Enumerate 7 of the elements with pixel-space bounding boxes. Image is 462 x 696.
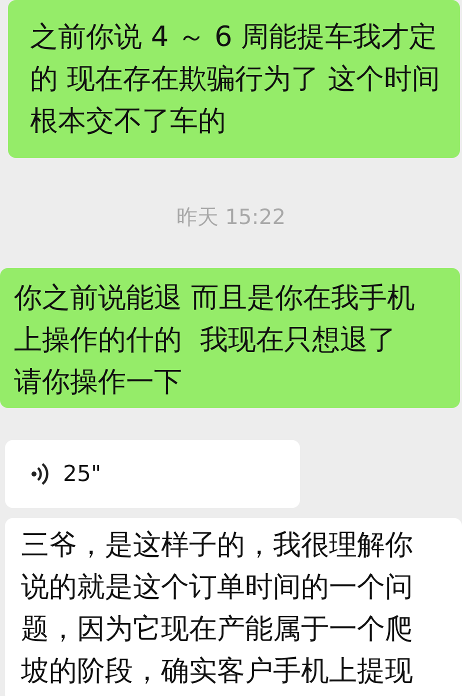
message-bubble: 之前你说 4 ～ 6 周能提车我才定的 现在存在欺骗行为了 这个时间根本交不了车的	[8, 0, 460, 158]
timestamp: 昨天 15:22	[176, 204, 286, 231]
message-bubble: 三爷，是这样子的，我很理解你说的就是这个订单时间的一个问题，因为它现在产能属于一个爬坡的阶段，确实客户手机上提现	[5, 518, 462, 696]
message-bubble: 你之前说能退 而且是你在我手机上操作的什的 我现在只想退了请你操作一下	[0, 268, 460, 408]
voice-icon	[31, 462, 49, 486]
voice-message[interactable]: 25"	[5, 440, 300, 508]
voice-duration: 25"	[63, 462, 102, 486]
